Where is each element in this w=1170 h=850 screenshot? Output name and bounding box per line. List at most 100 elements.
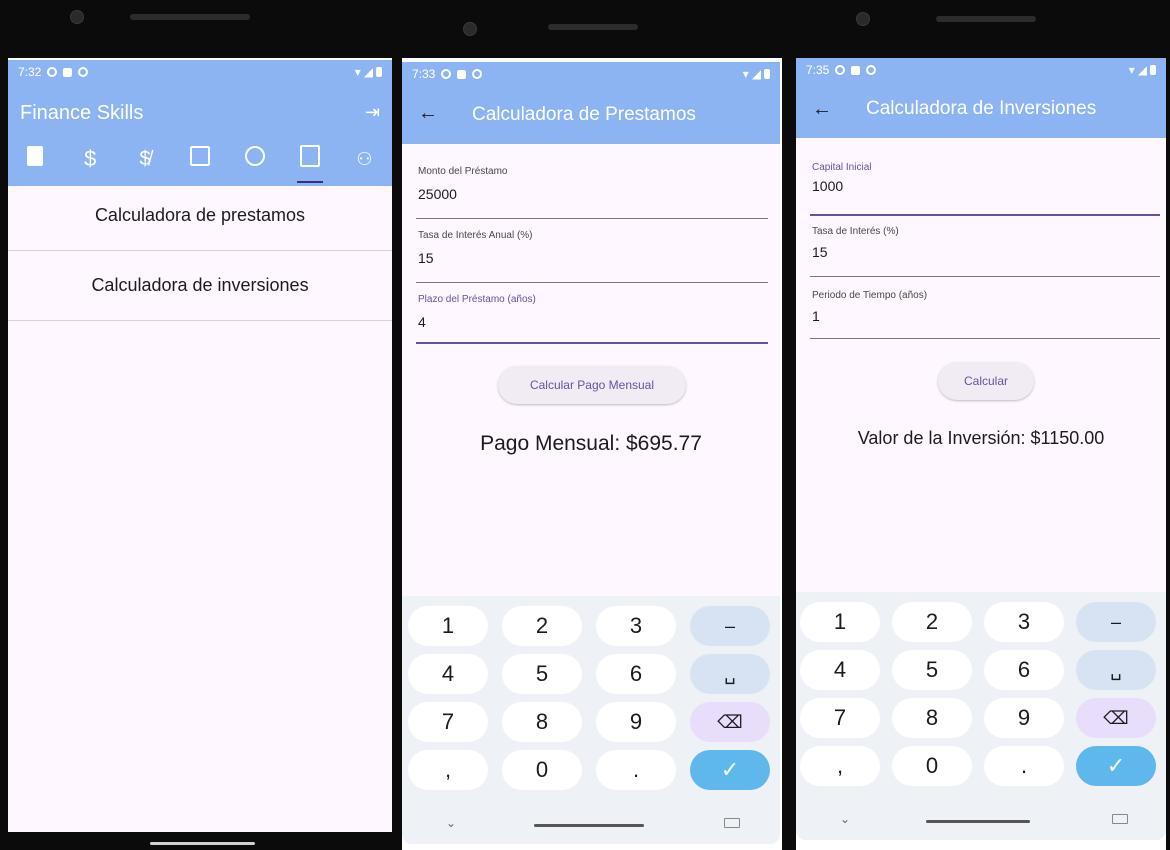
key-9[interactable]: 9 <box>596 702 676 742</box>
keyboard-nav: ⌄ <box>796 800 1166 840</box>
speaker-grille <box>548 24 638 30</box>
field-label: Monto del Préstamo <box>418 166 508 177</box>
numeric-keyboard: 1 2 3 – 4 5 6 ␣ 7 8 9 ⌫ , 0 . ✓ ⌄ <box>796 592 1166 840</box>
field-label: Tasa de Interés (%) <box>812 226 899 237</box>
key-7[interactable]: 7 <box>408 702 488 742</box>
camera-icon <box>463 22 477 36</box>
wifi-icon: ▾ <box>354 65 361 79</box>
menu-item-prestamos[interactable]: Calculadora de prestamos <box>8 180 392 251</box>
key-5[interactable]: 5 <box>892 650 972 690</box>
monto-field[interactable]: Monto del Préstamo 25000 <box>416 166 768 219</box>
keyboard-icon[interactable] <box>724 818 740 828</box>
menu-item-label: Calculadora de prestamos <box>94 204 306 225</box>
plazo-field[interactable]: Plazo del Préstamo (años) 4 <box>416 294 768 344</box>
key-comma[interactable]: , <box>408 750 488 790</box>
capital-field[interactable]: Capital Inicial 1000 <box>810 162 1160 216</box>
phone-bezel <box>398 0 786 58</box>
phone-bezel <box>786 0 1170 58</box>
signal-icon: ◢ <box>751 67 761 81</box>
key-space[interactable]: ␣ <box>690 654 770 694</box>
wifi-icon: ▾ <box>1128 63 1135 77</box>
back-arrow-icon[interactable]: ← <box>418 102 438 125</box>
status-time: 7:33 <box>412 67 436 81</box>
page-title: Calculadora de Inversiones <box>866 98 1097 119</box>
field-value: 15 <box>418 250 434 266</box>
sync-icon <box>866 65 877 75</box>
speaker-grille <box>936 16 1036 22</box>
key-1[interactable]: 1 <box>800 602 880 642</box>
key-3[interactable]: 3 <box>984 602 1064 642</box>
inversiones-screen: 7:35 ▾ ◢ ← Calculadora de Inversiones Ca… <box>796 58 1166 840</box>
key-done[interactable]: ✓ <box>690 750 770 790</box>
sync-icon <box>472 69 483 79</box>
key-done[interactable]: ✓ <box>1076 746 1156 786</box>
field-label: Plazo del Préstamo (años) <box>418 294 536 305</box>
field-label: Periodo de Tiempo (años) <box>812 290 928 301</box>
wifi-icon: ▾ <box>742 67 749 81</box>
sync-icon <box>78 67 89 77</box>
key-6[interactable]: 6 <box>984 650 1064 690</box>
alarm-icon[interactable] <box>240 146 270 172</box>
page-title: Calculadora de Prestamos <box>472 104 696 125</box>
sim-icon <box>851 65 861 75</box>
field-value: 4 <box>418 314 426 330</box>
signal-icon: ◢ <box>1137 63 1147 77</box>
home-screen: 7:32 ▾ ◢ Finance Skills ⇥ $ $̸ ⚇ Calcula… <box>8 60 392 832</box>
periodo-field[interactable]: Periodo de Tiempo (años) 1 <box>810 290 1160 339</box>
result-text: Valor de la Inversión: $1150.00 <box>857 428 1105 448</box>
gesture-bar[interactable] <box>150 842 255 845</box>
signal-icon: ◢ <box>363 65 373 79</box>
key-period[interactable]: . <box>984 746 1064 786</box>
key-backspace[interactable]: ⌫ <box>1076 698 1156 738</box>
logout-icon[interactable]: ⇥ <box>365 102 380 123</box>
status-time: 7:35 <box>806 63 830 77</box>
field-label: Capital Inicial <box>812 162 872 173</box>
people-icon[interactable]: ⚇ <box>349 149 379 170</box>
key-period[interactable]: . <box>596 750 676 790</box>
sim-icon <box>457 69 467 79</box>
key-2[interactable]: 2 <box>892 602 972 642</box>
shield-icon <box>47 67 58 77</box>
key-8[interactable]: 8 <box>502 702 582 742</box>
calculator-icon[interactable] <box>295 145 325 183</box>
keyboard-icon[interactable] <box>1112 814 1128 824</box>
chevron-down-icon[interactable]: ⌄ <box>446 816 456 830</box>
key-backspace[interactable]: ⌫ <box>690 702 770 742</box>
key-5[interactable]: 5 <box>502 654 582 694</box>
key-0[interactable]: 0 <box>892 746 972 786</box>
chevron-down-icon[interactable]: ⌄ <box>840 812 850 826</box>
gesture-bar[interactable] <box>534 824 644 827</box>
shield-icon <box>441 69 452 79</box>
key-0[interactable]: 0 <box>502 750 582 790</box>
field-value: 25000 <box>418 186 457 202</box>
speaker-grille <box>130 14 250 20</box>
key-comma[interactable]: , <box>800 746 880 786</box>
key-minus[interactable]: – <box>690 606 770 646</box>
key-9[interactable]: 9 <box>984 698 1064 738</box>
field-value: 1000 <box>812 178 844 194</box>
dollar-icon[interactable]: $ <box>75 146 105 172</box>
back-arrow-icon[interactable]: ← <box>812 98 832 121</box>
key-7[interactable]: 7 <box>800 698 880 738</box>
key-3[interactable]: 3 <box>596 606 676 646</box>
key-4[interactable]: 4 <box>408 654 488 694</box>
key-8[interactable]: 8 <box>892 698 972 738</box>
key-minus[interactable]: – <box>1076 602 1156 642</box>
calcular-button[interactable]: Calcular <box>938 362 1034 400</box>
money-off-icon[interactable]: $̸ <box>130 148 160 171</box>
book-icon[interactable] <box>20 146 50 172</box>
phone-prestamos: 7:33 ▾ ◢ ← Calculadora de Prestamos Mont… <box>398 0 786 850</box>
calcular-pago-button[interactable]: Calcular Pago Mensual <box>498 366 686 404</box>
key-4[interactable]: 4 <box>800 650 880 690</box>
chart-icon[interactable] <box>185 146 215 172</box>
battery-icon <box>764 69 770 79</box>
phone-home: 7:32 ▾ ◢ Finance Skills ⇥ $ $̸ ⚇ Calcula… <box>0 0 398 850</box>
tasa-field[interactable]: Tasa de Interés Anual (%) 15 <box>416 230 768 283</box>
key-space[interactable]: ␣ <box>1076 650 1156 690</box>
key-2[interactable]: 2 <box>502 606 582 646</box>
gesture-bar[interactable] <box>926 820 1030 823</box>
menu-item-inversiones[interactable]: Calculadora de inversiones <box>8 250 392 321</box>
key-6[interactable]: 6 <box>596 654 676 694</box>
key-1[interactable]: 1 <box>408 606 488 646</box>
tasa-field[interactable]: Tasa de Interés (%) 15 <box>810 226 1160 277</box>
